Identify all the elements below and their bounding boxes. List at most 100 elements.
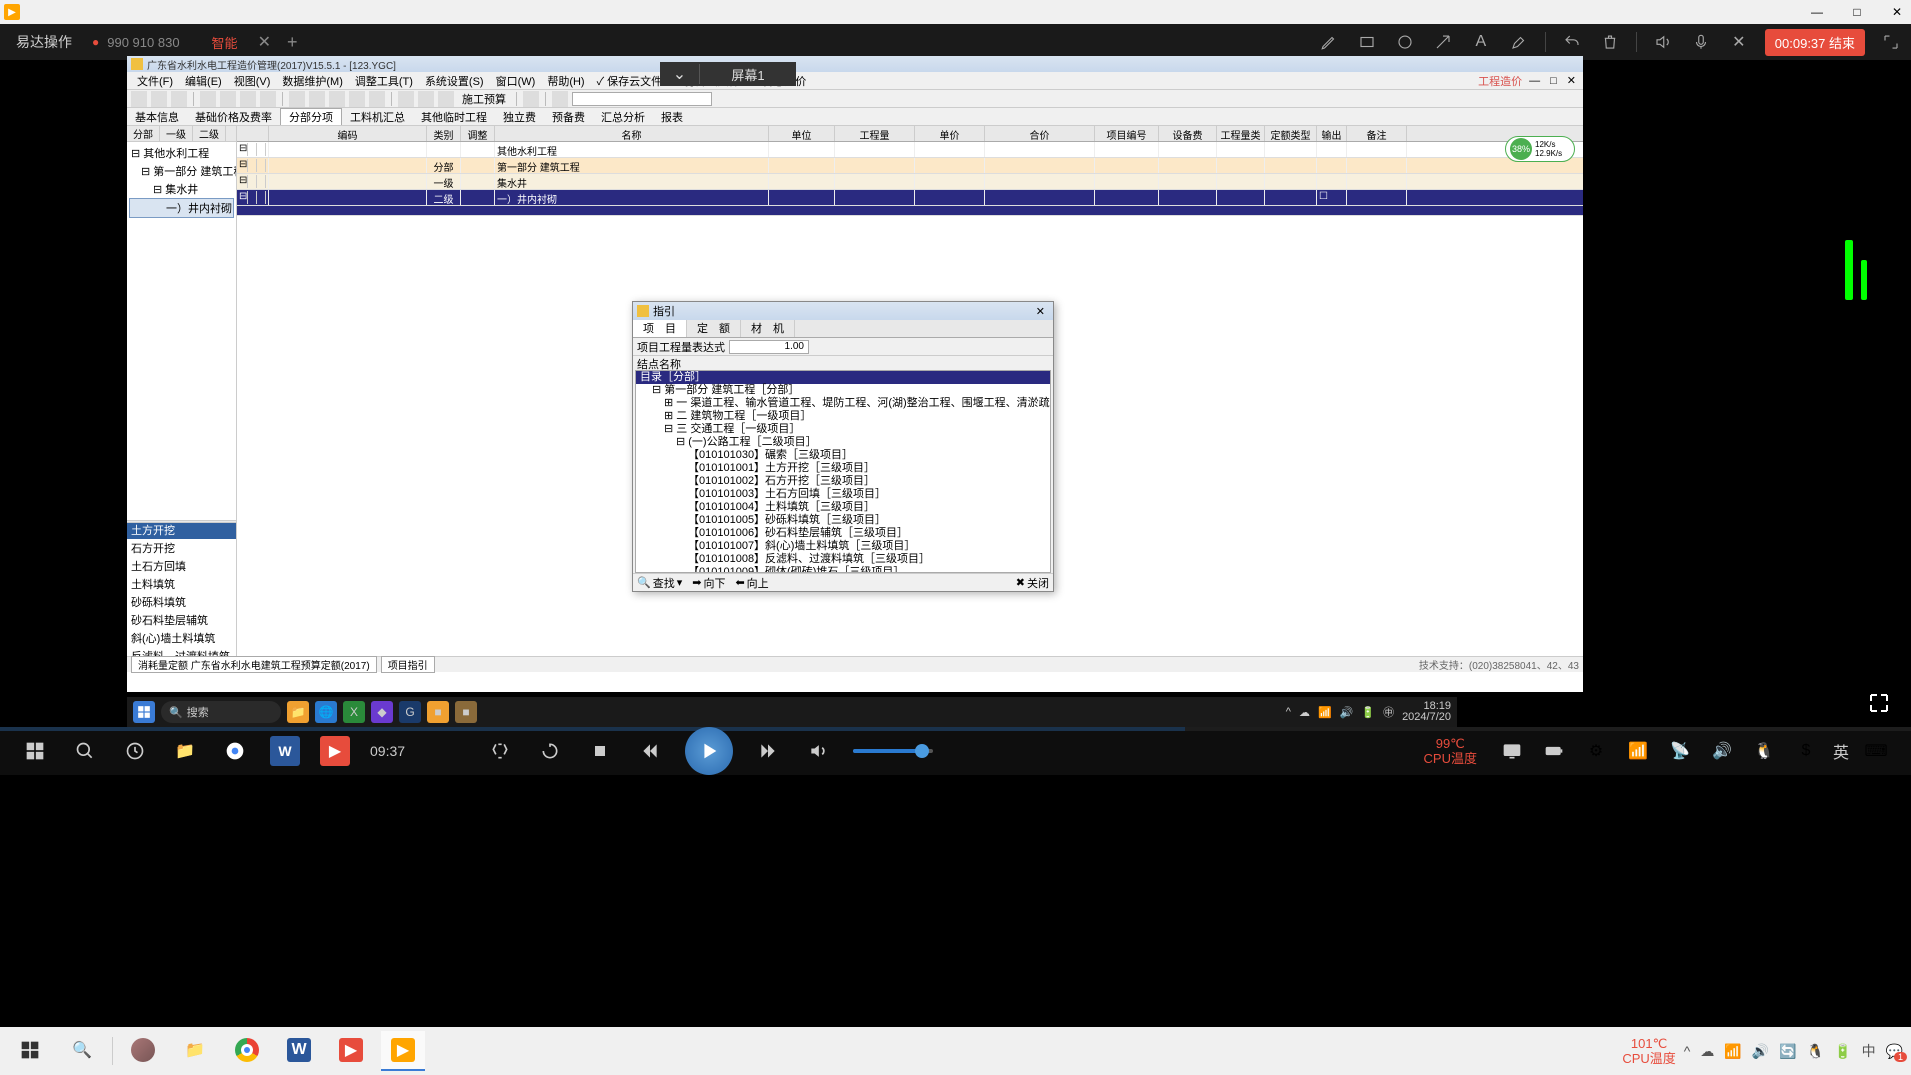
tab-close-button[interactable]: ✕ bbox=[250, 32, 279, 52]
inner-tb-edge[interactable]: 🌐 bbox=[315, 701, 337, 723]
table-row[interactable] bbox=[237, 206, 1583, 216]
stop-button[interactable] bbox=[585, 736, 615, 766]
menu-file[interactable]: 文件(F) bbox=[131, 73, 179, 89]
col-level[interactable]: 类别 bbox=[427, 126, 461, 141]
right-min-button[interactable]: — bbox=[1526, 75, 1543, 87]
dialog-up-button[interactable]: ⬅ 向上 bbox=[735, 575, 768, 591]
tree-node[interactable]: ⊟ 其他水利工程 bbox=[129, 144, 234, 162]
dialog-close-btn[interactable]: ✖ 关闭 bbox=[1016, 575, 1049, 591]
tree-node[interactable]: ⊟ 第一部分 建筑工程 bbox=[129, 162, 234, 180]
left-tab-lvl1[interactable]: 一级 bbox=[160, 126, 193, 141]
subtab-summary[interactable]: 汇总分析 bbox=[593, 109, 653, 125]
sound-icon[interactable]: 🔊 bbox=[1707, 736, 1737, 766]
tray-battery-icon[interactable]: 🔋 bbox=[1361, 706, 1375, 719]
tray-wifi-icon[interactable]: 📶 bbox=[1724, 1043, 1741, 1060]
tray-chevron-icon[interactable]: ^ bbox=[1286, 706, 1291, 718]
toolbar-icon[interactable] bbox=[240, 91, 256, 107]
fullscreen-button[interactable] bbox=[1867, 691, 1891, 715]
tray-notifications[interactable]: 💬1 bbox=[1886, 1043, 1903, 1060]
outer-start-button[interactable] bbox=[8, 1031, 52, 1071]
list-item[interactable]: 斜(心)墙土料填筑 bbox=[127, 629, 236, 647]
expr-input[interactable] bbox=[729, 340, 809, 354]
dialog-tree-node[interactable]: 【010101009】砌体(砌砖)堆石［三级项目］ bbox=[636, 566, 1050, 573]
table-row[interactable]: ⊟ 分部 第一部分 建筑工程 bbox=[237, 158, 1583, 174]
highlighter-icon[interactable] bbox=[1507, 30, 1531, 54]
list-item[interactable]: 土方开挖 bbox=[127, 521, 236, 539]
inner-tb-excel[interactable]: X bbox=[343, 701, 365, 723]
dialog-tree[interactable]: 目录［分部］⊟ 第一部分 建筑工程［分部］⊞ 一 渠道工程、输水管道工程、堤防工… bbox=[635, 370, 1051, 573]
toolbar-icon[interactable] bbox=[552, 91, 568, 107]
tab-add-button[interactable]: + bbox=[279, 32, 306, 53]
cpu-temp-widget[interactable]: 101℃ CPU温度 bbox=[1622, 1036, 1675, 1066]
maximize-button[interactable]: □ bbox=[1847, 2, 1867, 22]
dialog-find-button[interactable]: 🔍 查找 ▾ bbox=[637, 575, 682, 591]
list-item[interactable]: 砂石料垫层辅筑 bbox=[127, 611, 236, 629]
outer-explorer-icon[interactable]: 📁 bbox=[173, 1031, 217, 1071]
status-tab-quota[interactable]: 消耗量定额 广东省水利水电建筑工程预算定额(2017) bbox=[131, 656, 377, 673]
subtab-material[interactable]: 工料机汇总 bbox=[342, 109, 413, 125]
subtab-basic[interactable]: 基本信息 bbox=[127, 109, 187, 125]
signal-icon[interactable]: 📶 bbox=[1623, 736, 1653, 766]
toolbar-icon[interactable] bbox=[289, 91, 305, 107]
outer-chrome-icon[interactable] bbox=[225, 1031, 269, 1071]
tree-node[interactable]: 一）井内衬砌 bbox=[129, 198, 234, 218]
col-adjust[interactable]: 调整 bbox=[461, 126, 495, 141]
menu-settings[interactable]: 系统设置(S) bbox=[419, 73, 490, 89]
dialog-tree-node[interactable]: ⊟ (一)公路工程［二级项目］ bbox=[636, 436, 1050, 449]
dialog-tree-node[interactable]: 【010101001】土方开挖［三级项目］ bbox=[636, 462, 1050, 475]
arrow-icon[interactable] bbox=[1431, 30, 1455, 54]
menu-cloud-save[interactable]: ✓ 保存云文件 bbox=[591, 73, 669, 89]
tray-chevron-icon[interactable]: ^ bbox=[1684, 1043, 1691, 1059]
col-equip[interactable]: 设备费 bbox=[1159, 126, 1217, 141]
toolbar-icon[interactable] bbox=[438, 91, 454, 107]
toolbar-icon[interactable] bbox=[418, 91, 434, 107]
penguin-icon[interactable]: 🐧 bbox=[1749, 736, 1779, 766]
tray-cloud-icon[interactable]: ☁ bbox=[1299, 706, 1310, 719]
status-tab-guide[interactable]: 项目指引 bbox=[381, 656, 435, 673]
volume-icon[interactable] bbox=[803, 736, 833, 766]
menu-edit[interactable]: 编辑(E) bbox=[179, 73, 228, 89]
dialog-down-button[interactable]: ➡ 向下 bbox=[692, 575, 725, 591]
toolbar-icon[interactable] bbox=[523, 91, 539, 107]
inner-clock[interactable]: 18:19 2024/7/20 bbox=[1402, 701, 1451, 723]
inner-tb-app[interactable]: ◆ bbox=[371, 701, 393, 723]
toolbar-icon[interactable] bbox=[309, 91, 325, 107]
minimize-button[interactable]: — bbox=[1807, 2, 1827, 22]
outer-player-icon[interactable]: ▶ bbox=[381, 1031, 425, 1071]
list-item[interactable]: 砂砾料填筑 bbox=[127, 593, 236, 611]
toolbar-icon[interactable] bbox=[220, 91, 236, 107]
dialog-tree-node[interactable]: 【010101008】反滤料、过渡料填筑［三级项目］ bbox=[636, 553, 1050, 566]
snapshot-icon[interactable] bbox=[485, 736, 515, 766]
toolbar-icon[interactable] bbox=[349, 91, 365, 107]
chrome-icon[interactable] bbox=[220, 736, 250, 766]
video-tab[interactable]: ● 990 910 830 智能 bbox=[80, 24, 250, 60]
dialog-tree-node[interactable]: 【010101002】石方开挖［三级项目］ bbox=[636, 475, 1050, 488]
col-output[interactable]: 输出 bbox=[1317, 126, 1347, 141]
toolbar-icon[interactable] bbox=[329, 91, 345, 107]
dialog-tab-project[interactable]: 项 目 bbox=[633, 320, 687, 337]
toolbar-icon[interactable] bbox=[398, 91, 414, 107]
app-icon[interactable]: ▶ bbox=[320, 736, 350, 766]
clock-icon[interactable] bbox=[120, 736, 150, 766]
subtab-other[interactable]: 其他临时工程 bbox=[413, 109, 495, 125]
col-uprice[interactable]: 单价 bbox=[915, 126, 985, 141]
tray-network-icon[interactable]: 📶 bbox=[1318, 706, 1332, 719]
rectangle-icon[interactable] bbox=[1355, 30, 1379, 54]
col-note[interactable]: 备注 bbox=[1347, 126, 1407, 141]
col-unit[interactable]: 单位 bbox=[769, 126, 835, 141]
inner-search-box[interactable]: 🔍 搜索 bbox=[161, 701, 281, 723]
toolbar-icon[interactable] bbox=[151, 91, 167, 107]
menu-data[interactable]: 数据维护(M) bbox=[276, 73, 349, 89]
tray-volume-icon[interactable]: 🔊 bbox=[1340, 706, 1354, 719]
project-tree[interactable]: ⊟ 其他水利工程⊟ 第一部分 建筑工程⊟ 集水井一）井内衬砌 bbox=[127, 142, 236, 220]
item-list[interactable]: 土方开挖石方开挖土石方回填土料填筑砂砾料填筑砂石料垫层辅筑斜(心)墙土料填筑反滤… bbox=[127, 520, 236, 656]
right-restore-button[interactable]: □ bbox=[1547, 75, 1560, 87]
list-item[interactable]: 石方开挖 bbox=[127, 539, 236, 557]
tv-icon[interactable] bbox=[1497, 736, 1527, 766]
dialog-tree-node[interactable]: 目录［分部］ bbox=[636, 371, 1050, 384]
tray-sync-icon[interactable]: 🔄 bbox=[1779, 1043, 1796, 1060]
word-icon[interactable]: W bbox=[270, 736, 300, 766]
right-cost-label[interactable]: 工程造价 bbox=[1478, 73, 1522, 89]
dialog-tree-node[interactable]: 【010101007】斜(心)墙土料填筑［三级项目］ bbox=[636, 540, 1050, 553]
col-qtytype[interactable]: 工程量类型 bbox=[1217, 126, 1265, 141]
